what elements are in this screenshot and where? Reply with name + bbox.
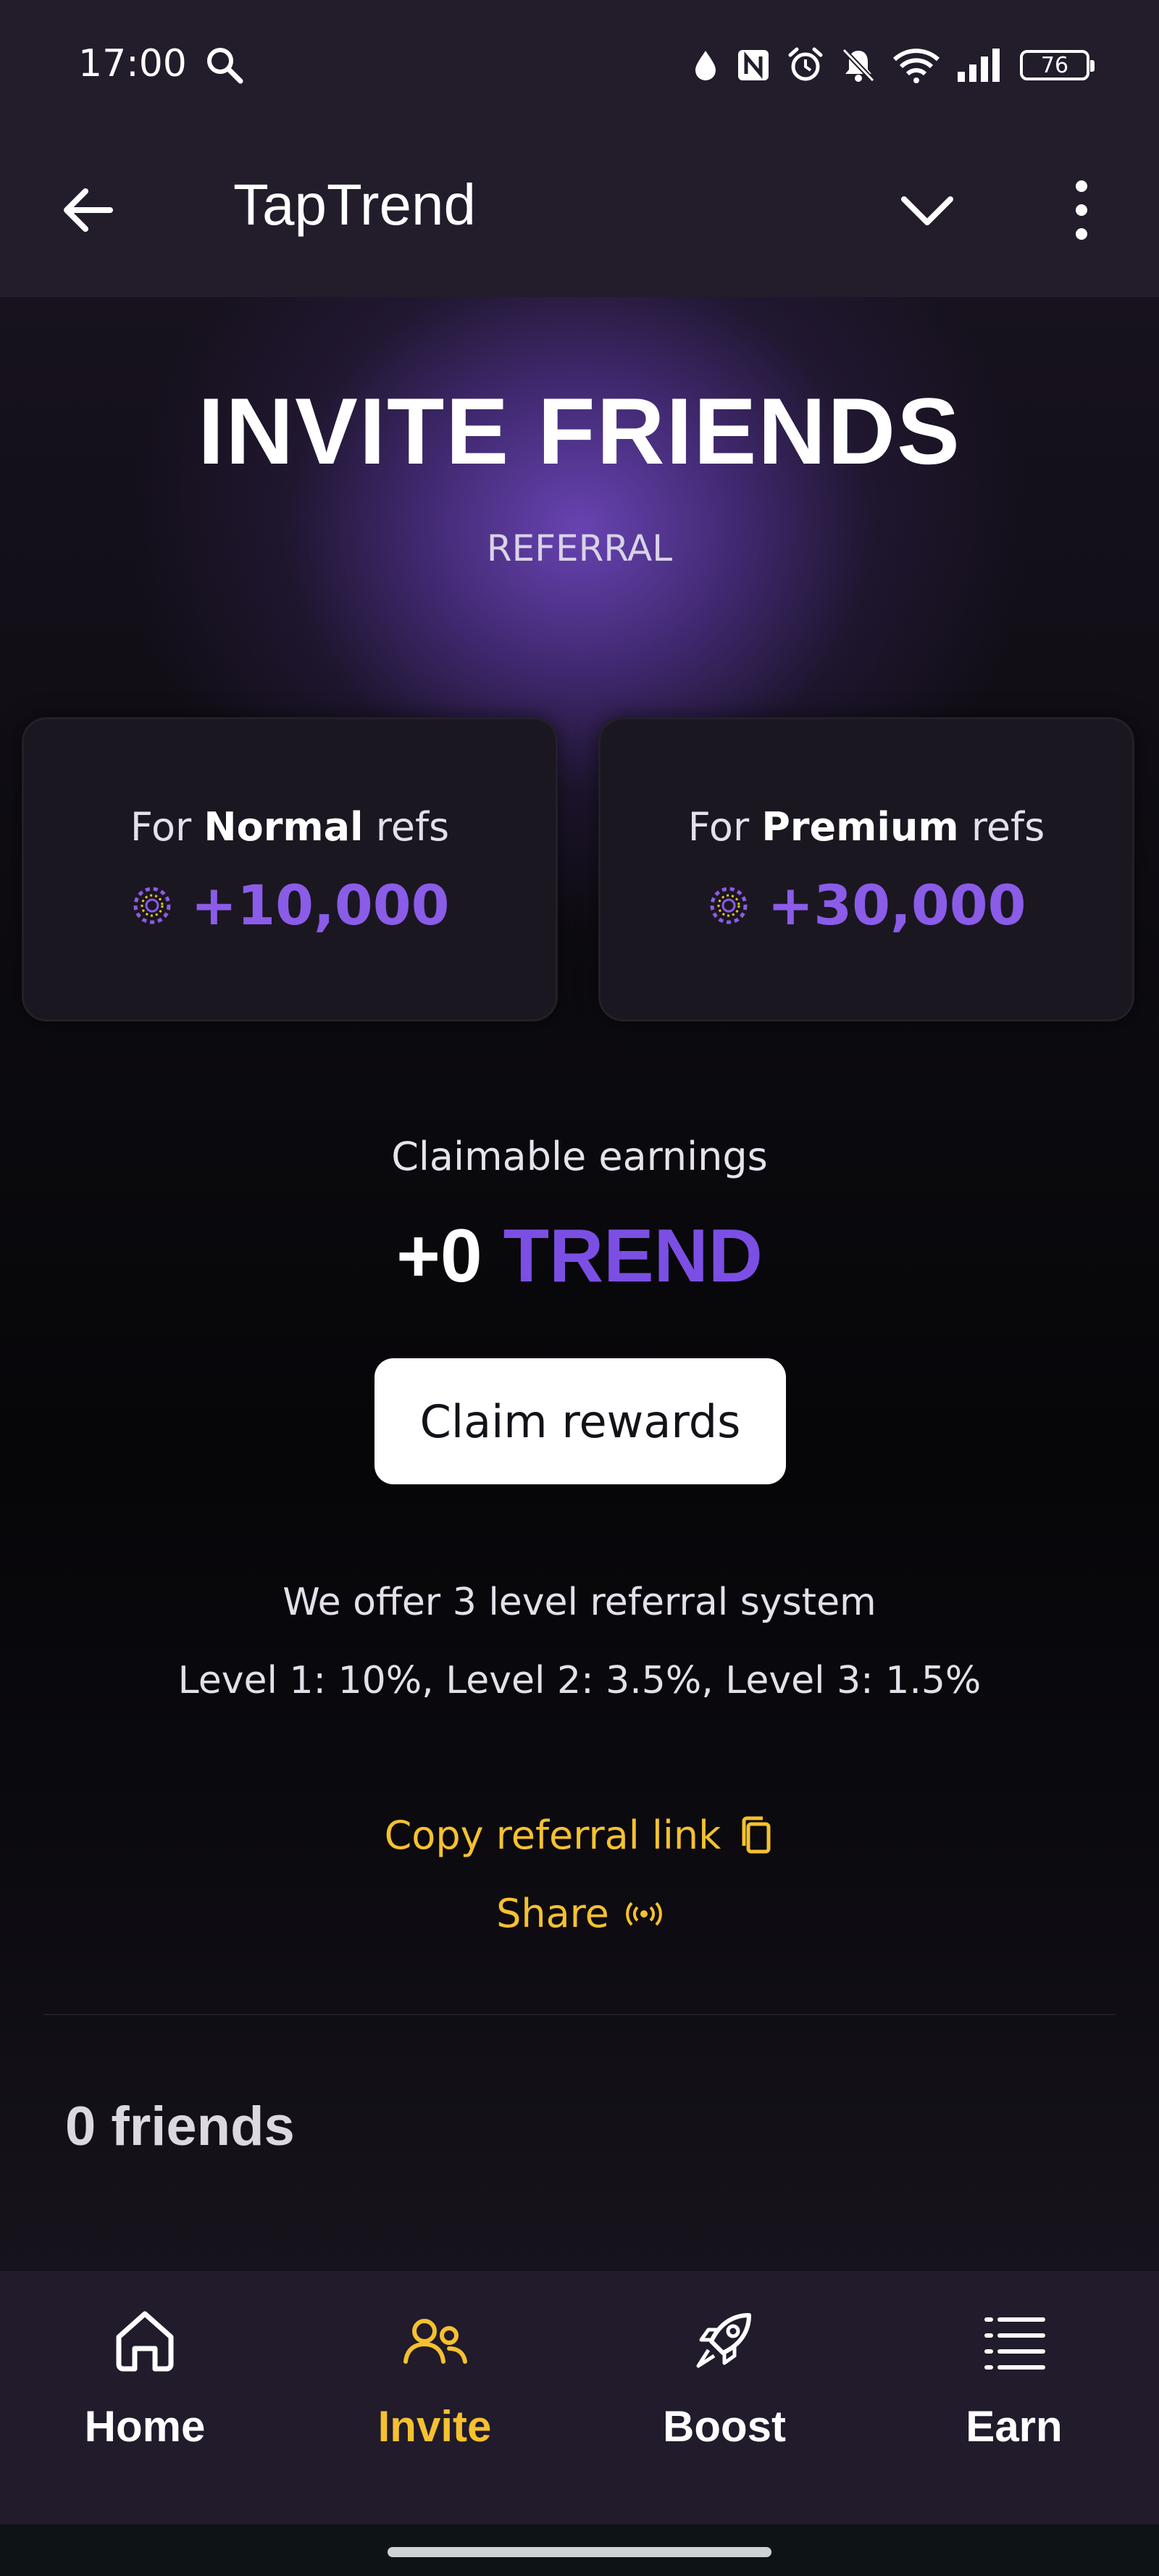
share-label: Share (496, 1891, 609, 1936)
status-icons: 76 (691, 42, 1095, 88)
status-time: 17:00 (78, 42, 187, 85)
page-title: INVITE FRIENDS (198, 378, 961, 484)
nav-label: Boost (663, 2402, 786, 2451)
rocket-icon (696, 2313, 751, 2368)
coin-icon (133, 887, 171, 924)
signal-icon (958, 49, 1000, 82)
nav-item-boost[interactable]: Boost (616, 2304, 833, 2492)
nav-label: Earn (966, 2402, 1063, 2451)
referral-system-text: We offer 3 level referral system (283, 1581, 876, 1624)
wifi-icon (892, 49, 940, 83)
battery-level: 76 (1040, 52, 1069, 78)
claim-amount: +0 TREND (0, 1213, 1159, 1300)
card-label-suffix: refs (958, 804, 1045, 850)
claim-rewards-button[interactable]: Claim rewards (375, 1358, 786, 1484)
card-label-suffix: refs (363, 804, 450, 850)
claim-caption: Claimable earnings (391, 1134, 768, 1179)
nav-item-home[interactable]: Home (36, 2304, 254, 2492)
drop-icon (695, 51, 716, 80)
card-label-prefix: For (687, 804, 762, 850)
referral-levels-text: Level 1: 10%, Level 2: 3.5%, Level 3: 1.… (177, 1659, 982, 1702)
app-bar (0, 134, 1159, 297)
copy-referral-link[interactable]: Copy referral link (0, 1812, 1159, 1858)
alarm-icon (788, 47, 823, 81)
broadcast-icon (626, 1902, 662, 1925)
nav-item-earn[interactable]: Earn (905, 2304, 1123, 2492)
nav-label: Invite (377, 2402, 492, 2451)
copy-referral-link-label: Copy referral link (384, 1812, 721, 1858)
nav-label: Home (84, 2402, 206, 2451)
coin-icon (710, 887, 748, 924)
chevron-down-icon[interactable] (898, 185, 956, 235)
back-arrow-icon[interactable] (59, 181, 117, 239)
card-reward-value: +10,000 (191, 873, 450, 937)
home-gesture-handle[interactable] (388, 2547, 771, 2557)
claim-amount-value: +0 (396, 1214, 482, 1298)
friends-count: 0 friends (65, 2096, 295, 2157)
card-reward-value: +30,000 (767, 873, 1026, 937)
search-icon (207, 48, 243, 84)
nav-item-invite[interactable]: Invite (326, 2304, 543, 2492)
home-icon (116, 2311, 174, 2372)
users-icon (403, 2319, 467, 2364)
normal-refs-card: For Normal refs +10,000 (22, 717, 558, 1021)
card-reward: +10,000 (22, 873, 558, 937)
claim-currency: TREND (503, 1214, 763, 1298)
more-vertical-icon[interactable] (1063, 177, 1100, 243)
card-tier: Normal (204, 804, 364, 850)
copy-icon (742, 1816, 771, 1853)
share-link[interactable]: Share (0, 1891, 1159, 1936)
card-label-prefix: For (130, 804, 204, 850)
card-label: For Premium refs (598, 804, 1134, 850)
page-subtitle: REFERRAL (486, 527, 673, 569)
card-reward: +30,000 (598, 873, 1134, 937)
nfc-icon (738, 50, 769, 80)
battery-icon: 76 (1020, 50, 1095, 80)
divider (43, 2014, 1116, 2015)
list-icon (984, 2317, 1045, 2370)
premium-refs-card: For Premium refs +30,000 (598, 717, 1134, 1021)
card-label: For Normal refs (22, 804, 558, 850)
bell-off-icon (842, 48, 875, 83)
card-tier: Premium (761, 804, 959, 850)
app-title: TapTrend (233, 172, 476, 237)
